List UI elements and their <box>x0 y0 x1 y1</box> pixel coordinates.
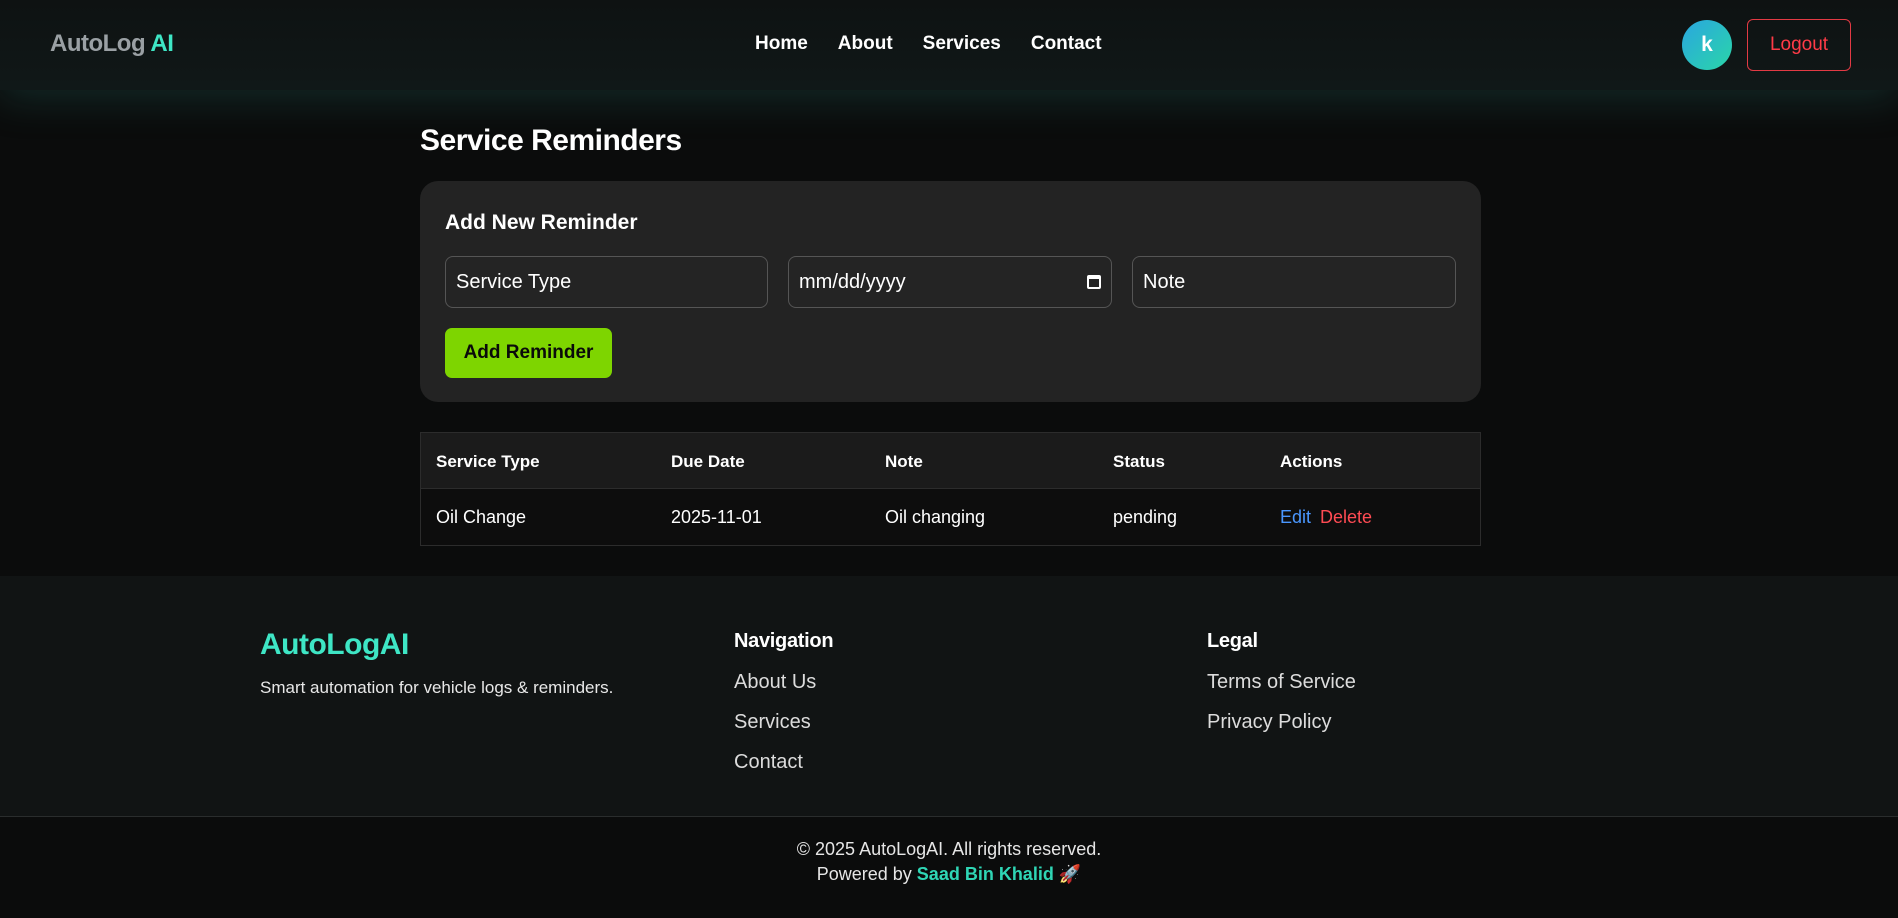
add-reminder-title: Add New Reminder <box>445 211 638 234</box>
nav-link-home[interactable]: Home <box>755 33 808 55</box>
nav-link-services[interactable]: Services <box>923 33 1001 55</box>
header-due-date: Due Date <box>671 452 745 471</box>
nav-link-about[interactable]: About <box>838 33 893 55</box>
powered-by: Powered by Saad Bin Khalid 🚀 <box>0 864 1898 885</box>
footer-link-services[interactable]: Services <box>734 711 833 733</box>
nav-link-contact[interactable]: Contact <box>1031 33 1102 55</box>
footer-navigation: Navigation About Us Services Contact <box>734 630 834 773</box>
table-header: Service Type Due Date Note Status Action… <box>421 433 1480 489</box>
copyright: © 2025 AutoLogAI. All rights reserved. <box>796 839 1102 859</box>
add-reminder-card: Add New Reminder mm/dd/yyyy Add Reminder <box>420 181 1481 402</box>
note-input[interactable] <box>1132 256 1456 308</box>
footer-link-contact[interactable]: Contact <box>734 751 833 773</box>
due-date-input[interactable]: mm/dd/yyyy <box>788 256 1112 308</box>
cell-actions: Edit Delete <box>1280 507 1372 528</box>
logout-button[interactable]: Logout <box>1747 19 1851 71</box>
calendar-icon[interactable] <box>1087 275 1101 289</box>
footer-link-about-us[interactable]: About Us <box>734 671 833 693</box>
footer: AutoLogAI Smart automation for vehicle l… <box>0 576 1898 816</box>
header-note: Note <box>885 452 923 471</box>
footer-brand: AutoLogAI <box>260 628 409 661</box>
brand-logo[interactable]: AutoLog AI <box>50 30 174 58</box>
header-service-type: Service Type <box>436 452 540 471</box>
cell-due-date: 2025-11-01 <box>671 507 762 527</box>
footer-tagline: Smart automation for vehicle logs & remi… <box>260 678 614 697</box>
brand-logo-part1: AutoLog <box>50 30 146 57</box>
page: AutoLog AI Home About Services Contact k… <box>0 0 1898 918</box>
footer-legal-title: Legal <box>1207 630 1258 652</box>
table-row: Oil Change 2025-11-01 Oil changing pendi… <box>421 489 1480 545</box>
cell-status: pending <box>1113 507 1178 527</box>
delete-link[interactable]: Delete <box>1320 507 1372 527</box>
footer-link-privacy[interactable]: Privacy Policy <box>1207 711 1356 733</box>
rocket-icon: 🚀 <box>1053 864 1082 884</box>
footer-bottom: © 2025 AutoLogAI. All rights reserved. P… <box>0 817 1898 918</box>
cell-service-type: Oil Change <box>436 507 527 527</box>
due-date-placeholder: mm/dd/yyyy <box>799 270 906 293</box>
service-type-input[interactable] <box>445 256 768 308</box>
brand-logo-part2: AI <box>150 30 174 57</box>
edit-link[interactable]: Edit <box>1280 507 1311 527</box>
page-title: Service Reminders <box>420 124 682 157</box>
cell-note: Oil changing <box>885 507 986 527</box>
navbar: AutoLog AI Home About Services Contact k… <box>0 0 1898 90</box>
reminders-table: Service Type Due Date Note Status Action… <box>420 432 1481 546</box>
footer-link-terms[interactable]: Terms of Service <box>1207 671 1356 693</box>
main-nav: Home About Services Contact <box>755 33 1102 55</box>
author-link[interactable]: Saad Bin Khalid <box>917 864 1054 884</box>
add-reminder-button[interactable]: Add Reminder <box>445 328 612 378</box>
footer-navigation-title: Navigation <box>734 630 834 652</box>
footer-legal: Legal Terms of Service Privacy Policy <box>1207 630 1356 733</box>
powered-prefix: Powered by <box>816 864 917 884</box>
avatar[interactable]: k <box>1682 20 1732 70</box>
header-actions: Actions <box>1280 452 1343 471</box>
header-status: Status <box>1113 452 1165 471</box>
